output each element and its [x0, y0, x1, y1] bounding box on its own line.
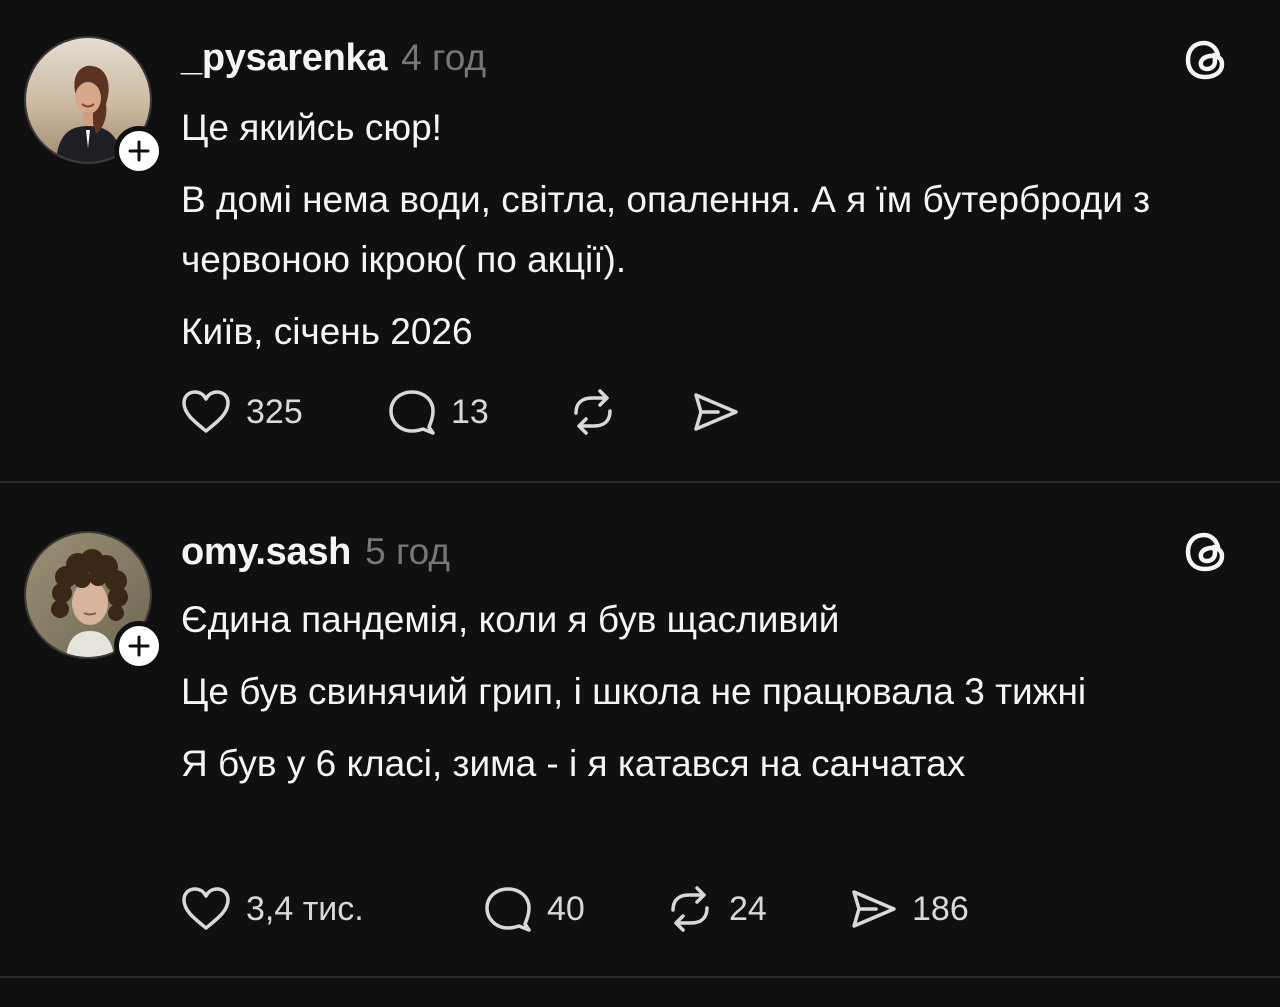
threads-logo-icon[interactable]	[1182, 35, 1232, 85]
reply-button[interactable]: 40	[481, 884, 585, 934]
like-button[interactable]: 325	[178, 387, 303, 437]
repost-count: 24	[729, 889, 767, 928]
repost-button[interactable]: 24	[663, 884, 767, 934]
repost-button[interactable]	[566, 387, 632, 437]
post-header: _pysarenka 4 год	[181, 37, 486, 80]
post-header: omy.sash 5 год	[181, 531, 450, 574]
plus-icon	[128, 635, 150, 657]
post-text-line: Це якийсь сюр!	[181, 107, 442, 148]
reply-count: 40	[547, 889, 585, 928]
like-count: 325	[246, 392, 303, 431]
avatar-container[interactable]	[24, 36, 164, 176]
threads-logo-icon[interactable]	[1182, 527, 1232, 577]
plus-icon	[128, 140, 150, 162]
reply-count: 13	[451, 392, 489, 431]
avatar-container[interactable]	[24, 531, 164, 671]
repost-icon	[574, 389, 612, 435]
comment-icon	[389, 390, 435, 435]
post-text-line: Київ, січень 2026	[181, 311, 473, 352]
like-button[interactable]: 3,4 тис.	[178, 884, 364, 934]
heart-icon	[182, 887, 230, 930]
send-icon	[852, 890, 896, 928]
post-text-line: Я був у 6 класі, зима - і я катався на с…	[181, 743, 966, 784]
post-text-line: Це був свинячий грип, і школа не працюва…	[181, 671, 1087, 712]
thread-post[interactable]: omy.sash 5 год Єдина пандемія, коли я бу…	[0, 483, 1280, 977]
send-icon	[694, 393, 738, 431]
thread-post[interactable]: _pysarenka 4 год Це якийсь сюр! В домі н…	[0, 0, 1280, 482]
follow-button[interactable]	[114, 126, 164, 176]
repost-icon	[671, 886, 709, 932]
username[interactable]: omy.sash	[181, 531, 351, 574]
post-text-line: В домі нема води, світла, опалення. А я …	[181, 179, 1151, 280]
share-button[interactable]: 186	[846, 884, 969, 934]
post-text-line: Єдина пандемія, коли я був щасливий	[181, 599, 840, 640]
follow-button[interactable]	[114, 621, 164, 671]
post-divider	[0, 976, 1280, 978]
reply-button[interactable]: 13	[385, 387, 489, 437]
share-count: 186	[912, 889, 969, 928]
username[interactable]: _pysarenka	[181, 37, 387, 80]
post-time[interactable]: 5 год	[365, 531, 450, 573]
comment-icon	[485, 887, 531, 932]
share-button[interactable]	[688, 387, 754, 437]
post-time[interactable]: 4 год	[401, 37, 486, 79]
heart-icon	[182, 390, 230, 433]
like-count: 3,4 тис.	[246, 889, 364, 928]
post-body: Це якийсь сюр! В домі нема води, світла,…	[181, 98, 1221, 362]
post-body: Єдина пандемія, коли я був щасливий Це б…	[181, 590, 1221, 794]
